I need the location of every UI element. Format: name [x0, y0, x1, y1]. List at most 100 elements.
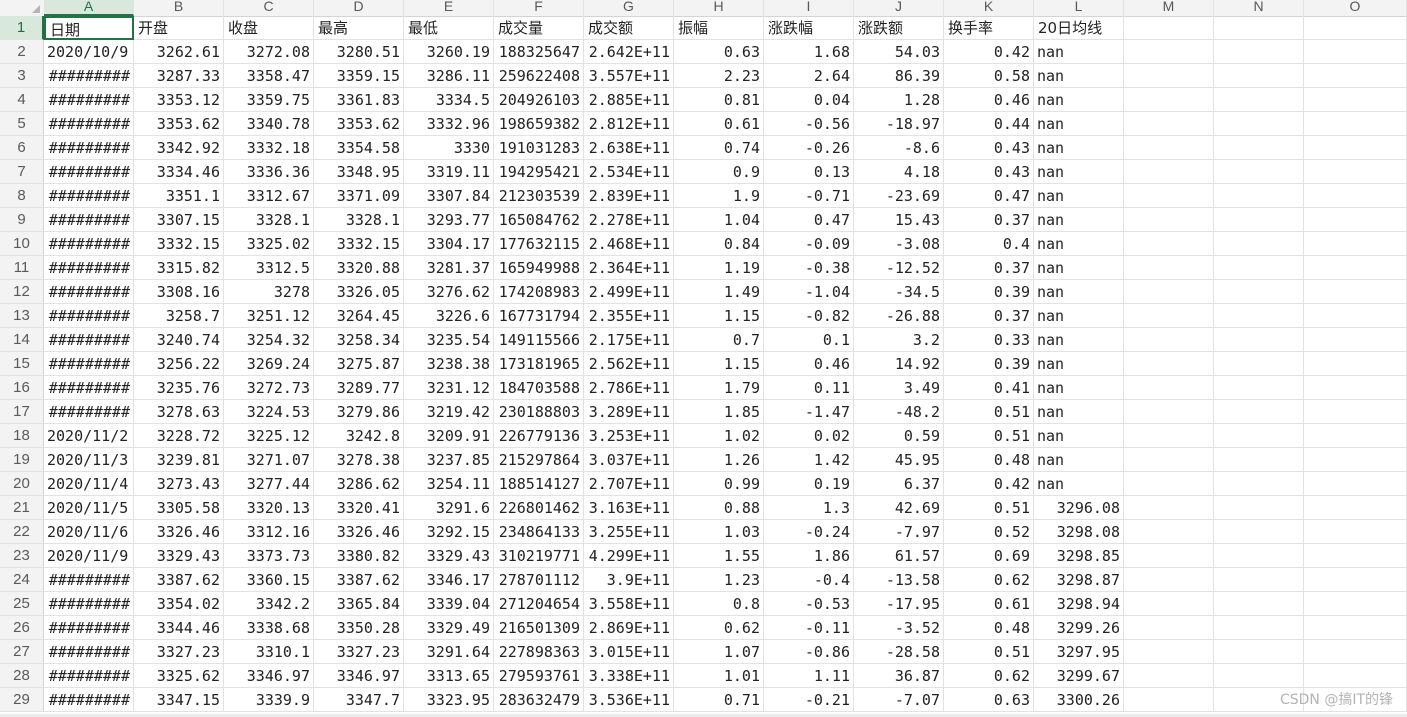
table-cell[interactable]: 3242.8: [314, 424, 404, 448]
table-cell[interactable]: nan: [1034, 232, 1124, 256]
table-cell[interactable]: -0.86: [764, 640, 854, 664]
table-cell[interactable]: 3.253E+11: [584, 424, 674, 448]
table-cell[interactable]: 3298.85: [1034, 544, 1124, 568]
table-cell[interactable]: 3231.12: [404, 376, 494, 400]
table-cell[interactable]: nan: [1034, 472, 1124, 496]
header-cell[interactable]: 最高: [314, 16, 404, 40]
table-cell[interactable]: 0.44: [944, 112, 1034, 136]
table-cell[interactable]: 3.9E+11: [584, 568, 674, 592]
table-cell[interactable]: #########: [44, 88, 134, 112]
table-cell[interactable]: 0.37: [944, 256, 1034, 280]
empty-cell[interactable]: [1304, 184, 1407, 208]
table-cell[interactable]: 194295421: [494, 160, 584, 184]
table-cell[interactable]: #########: [44, 688, 134, 712]
table-cell[interactable]: 1.02: [674, 424, 764, 448]
table-cell[interactable]: 3.558E+11: [584, 592, 674, 616]
row-header[interactable]: 14: [0, 328, 44, 352]
table-cell[interactable]: #########: [44, 232, 134, 256]
table-cell[interactable]: 0.43: [944, 160, 1034, 184]
empty-cell[interactable]: [1214, 448, 1304, 472]
table-cell[interactable]: 3323.95: [404, 688, 494, 712]
row-header[interactable]: 19: [0, 448, 44, 472]
table-cell[interactable]: 3239.81: [134, 448, 224, 472]
table-cell[interactable]: nan: [1034, 64, 1124, 88]
table-cell[interactable]: -1.04: [764, 280, 854, 304]
table-cell[interactable]: 3271.07: [224, 448, 314, 472]
row-header[interactable]: 10: [0, 232, 44, 256]
empty-cell[interactable]: [1124, 640, 1214, 664]
table-cell[interactable]: 3.015E+11: [584, 640, 674, 664]
table-cell[interactable]: 259622408: [494, 64, 584, 88]
empty-cell[interactable]: [1214, 496, 1304, 520]
empty-cell[interactable]: [1304, 304, 1407, 328]
empty-cell[interactable]: [1304, 664, 1407, 688]
table-cell[interactable]: 2.23: [674, 64, 764, 88]
table-cell[interactable]: 3329.49: [404, 616, 494, 640]
table-cell[interactable]: -3.08: [854, 232, 944, 256]
empty-cell[interactable]: [1214, 568, 1304, 592]
table-cell[interactable]: 1.04: [674, 208, 764, 232]
table-cell[interactable]: 3.49: [854, 376, 944, 400]
empty-cell[interactable]: [1214, 160, 1304, 184]
empty-cell[interactable]: [1124, 136, 1214, 160]
empty-cell[interactable]: [1214, 352, 1304, 376]
table-cell[interactable]: 3354.02: [134, 592, 224, 616]
table-cell[interactable]: 3339.9: [224, 688, 314, 712]
empty-cell[interactable]: [1304, 544, 1407, 568]
table-cell[interactable]: 3312.5: [224, 256, 314, 280]
table-cell[interactable]: 0.13: [764, 160, 854, 184]
table-cell[interactable]: 3342.2: [224, 592, 314, 616]
table-cell[interactable]: 2.707E+11: [584, 472, 674, 496]
table-cell[interactable]: 1.42: [764, 448, 854, 472]
table-cell[interactable]: #########: [44, 184, 134, 208]
table-cell[interactable]: 14.92: [854, 352, 944, 376]
table-cell[interactable]: 3228.72: [134, 424, 224, 448]
table-cell[interactable]: 3254.11: [404, 472, 494, 496]
table-cell[interactable]: 3280.51: [314, 40, 404, 64]
table-cell[interactable]: 3320.13: [224, 496, 314, 520]
table-cell[interactable]: 1.15: [674, 304, 764, 328]
table-cell[interactable]: 3326.05: [314, 280, 404, 304]
table-cell[interactable]: 3373.73: [224, 544, 314, 568]
table-cell[interactable]: 3.255E+11: [584, 520, 674, 544]
table-cell[interactable]: 0.04: [764, 88, 854, 112]
table-cell[interactable]: 3380.82: [314, 544, 404, 568]
table-cell[interactable]: -0.38: [764, 256, 854, 280]
table-cell[interactable]: nan: [1034, 400, 1124, 424]
table-cell[interactable]: 1.79: [674, 376, 764, 400]
table-cell[interactable]: 3235.54: [404, 328, 494, 352]
empty-cell[interactable]: [1124, 208, 1214, 232]
table-cell[interactable]: 0.51: [944, 640, 1034, 664]
row-header[interactable]: 3: [0, 64, 44, 88]
header-cell[interactable]: 收盘: [224, 16, 314, 40]
table-cell[interactable]: 3313.65: [404, 664, 494, 688]
table-cell[interactable]: #########: [44, 160, 134, 184]
table-cell[interactable]: 279593761: [494, 664, 584, 688]
table-cell[interactable]: nan: [1034, 160, 1124, 184]
table-cell[interactable]: #########: [44, 304, 134, 328]
table-cell[interactable]: 3308.16: [134, 280, 224, 304]
table-cell[interactable]: 2.355E+11: [584, 304, 674, 328]
table-cell[interactable]: 42.69: [854, 496, 944, 520]
table-cell[interactable]: 3224.53: [224, 400, 314, 424]
empty-cell[interactable]: [1214, 472, 1304, 496]
table-cell[interactable]: 1.3: [764, 496, 854, 520]
row-header[interactable]: 21: [0, 496, 44, 520]
table-cell[interactable]: -18.97: [854, 112, 944, 136]
table-cell[interactable]: 0.51: [944, 400, 1034, 424]
row-header[interactable]: 17: [0, 400, 44, 424]
column-header-b[interactable]: B: [134, 0, 224, 16]
row-header[interactable]: 9: [0, 208, 44, 232]
table-cell[interactable]: 0.52: [944, 520, 1034, 544]
table-cell[interactable]: 2020/11/4: [44, 472, 134, 496]
empty-cell[interactable]: [1214, 664, 1304, 688]
table-cell[interactable]: #########: [44, 256, 134, 280]
header-cell[interactable]: 成交量: [494, 16, 584, 40]
table-cell[interactable]: 0.69: [944, 544, 1034, 568]
table-cell[interactable]: 3260.19: [404, 40, 494, 64]
empty-cell[interactable]: [1304, 16, 1407, 40]
table-cell[interactable]: 3237.85: [404, 448, 494, 472]
row-header[interactable]: 28: [0, 664, 44, 688]
table-cell[interactable]: -48.2: [854, 400, 944, 424]
row-header[interactable]: 25: [0, 592, 44, 616]
